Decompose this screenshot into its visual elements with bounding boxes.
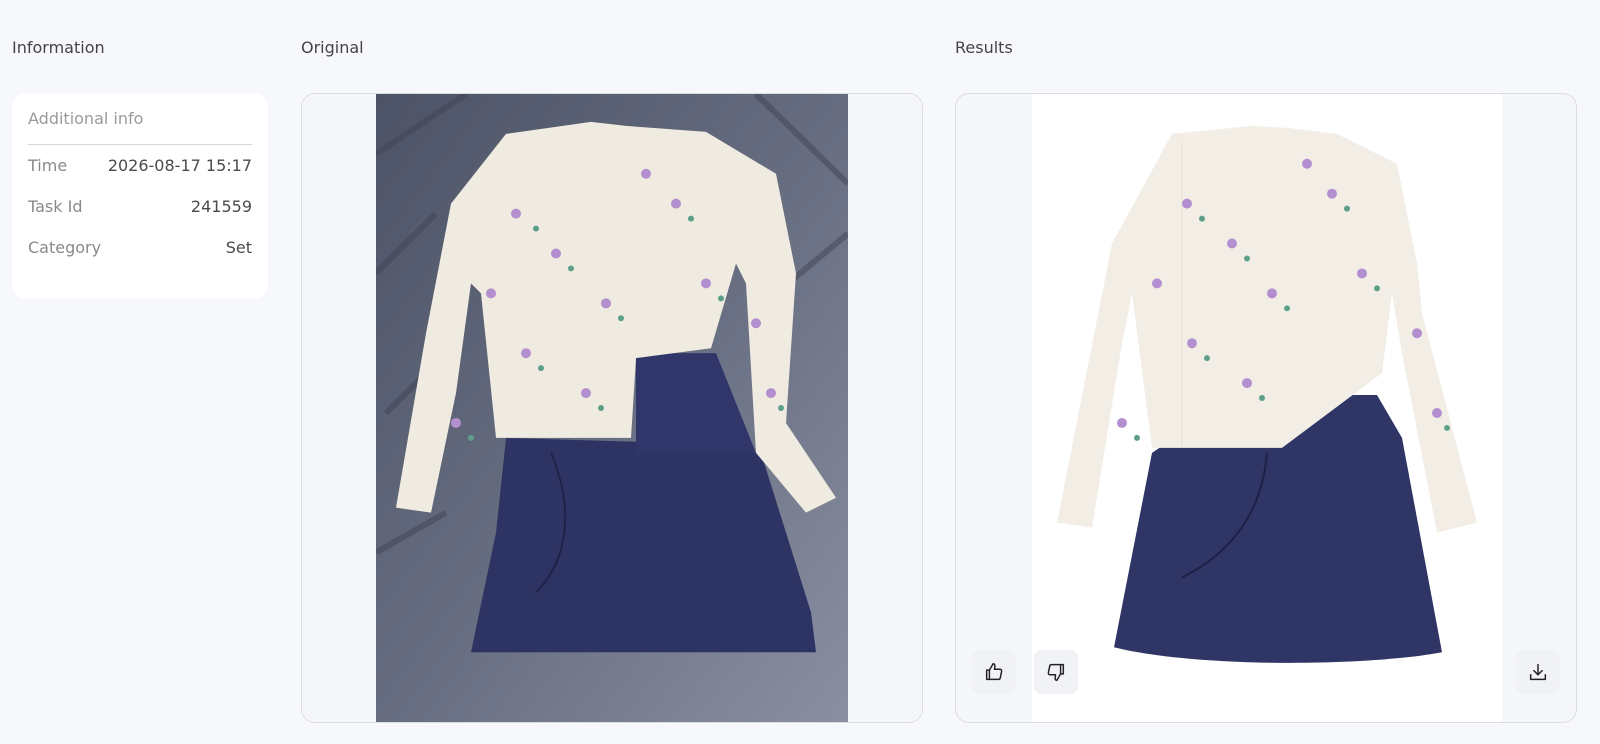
info-row-time: Time 2026-08-17 15:17 [28, 145, 252, 186]
thumbs-up-icon [985, 663, 1003, 681]
download-button[interactable] [1516, 650, 1560, 694]
info-card: Additional info Time 2026-08-17 15:17 Ta… [12, 93, 268, 299]
results-panel [955, 93, 1577, 723]
info-row-task-id: Task Id 241559 [28, 186, 252, 227]
info-value: 2026-08-17 15:17 [107, 156, 252, 175]
info-row-category: Category Set [28, 227, 252, 268]
info-key: Category [28, 238, 102, 257]
original-image [376, 94, 848, 722]
original-photo-graphic [376, 94, 848, 722]
result-image [1032, 94, 1502, 722]
thumbs-down-icon [1047, 663, 1065, 681]
original-panel [301, 93, 923, 723]
information-title: Information [12, 38, 105, 57]
info-value: Set [225, 238, 252, 257]
info-card-header: Additional info [28, 109, 252, 145]
result-photo-graphic [1032, 94, 1502, 722]
info-key: Time [28, 156, 68, 175]
info-key: Task Id [28, 197, 83, 216]
original-title: Original [301, 38, 364, 57]
info-value: 241559 [190, 197, 252, 216]
results-title: Results [955, 38, 1013, 57]
download-icon [1529, 663, 1547, 681]
dislike-button[interactable] [1034, 650, 1078, 694]
like-button[interactable] [972, 650, 1016, 694]
